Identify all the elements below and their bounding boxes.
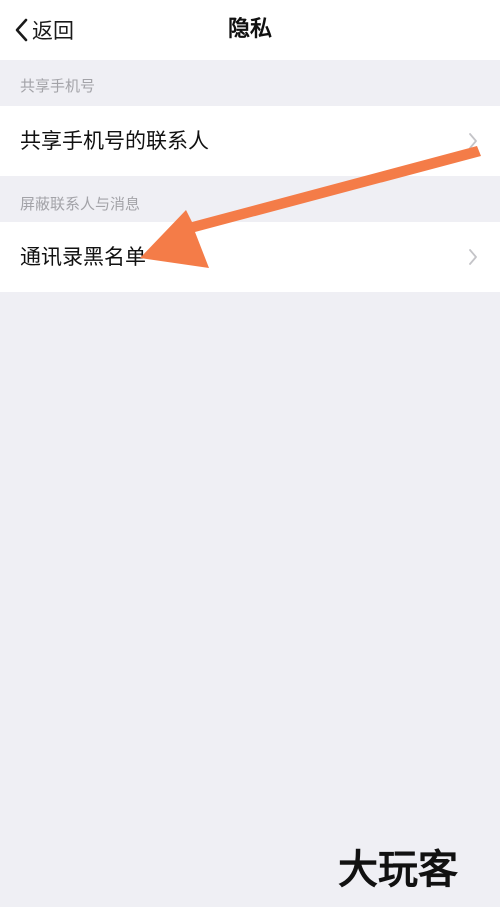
list-item-label: 通讯录黑名单	[20, 245, 146, 269]
svg-text:大玩客: 大玩客	[338, 847, 458, 893]
page-title: 隐私	[227, 17, 272, 42]
list-item-label: 共享手机号的联系人	[20, 129, 209, 153]
navigation-bar: 返回 隐私	[0, 0, 500, 60]
section-header-block-contacts: 屏蔽联系人与消息	[20, 195, 141, 213]
chevron-right-icon	[469, 133, 477, 149]
list-item-contacts-blacklist[interactable]: 通讯录黑名单	[0, 222, 500, 292]
chevron-right-icon	[469, 249, 477, 265]
section-header-share-phone: 共享手机号	[20, 77, 96, 95]
list-item-shared-phone-contacts[interactable]: 共享手机号的联系人	[0, 106, 500, 176]
watermark-logo: 大玩客	[338, 847, 458, 893]
